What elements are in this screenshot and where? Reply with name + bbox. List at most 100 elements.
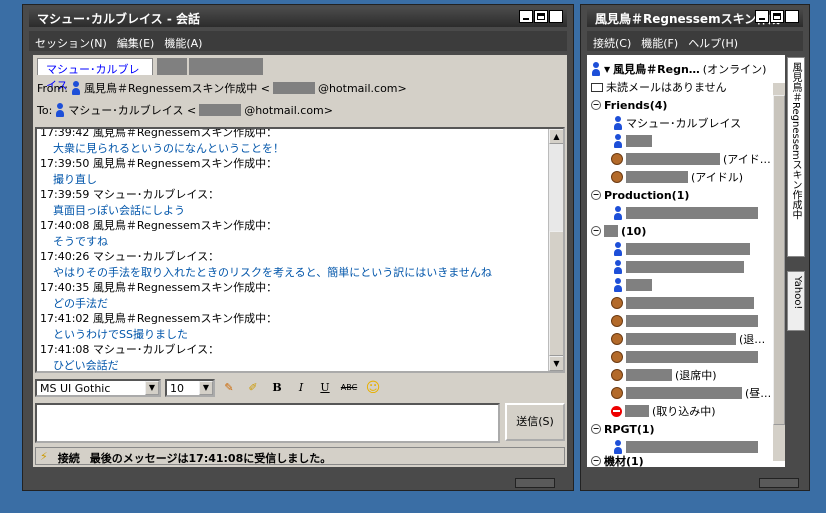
- font-select[interactable]: MS UI Gothic ▼: [35, 379, 161, 397]
- person-icon: [613, 278, 623, 292]
- resize-grip[interactable]: [515, 478, 555, 488]
- chat-titlebar[interactable]: マシュー･カルブレイス - 会話: [29, 7, 567, 27]
- message-header: 17:40:08 風見鳥＃Regnessemスキン作成中：: [40, 219, 278, 232]
- group-header[interactable]: − (10): [591, 223, 646, 239]
- idle-icon: [611, 351, 623, 363]
- my-status-text: (オンライン): [702, 63, 767, 76]
- font-size-select[interactable]: 10 ▼: [165, 379, 215, 397]
- contact-item[interactable]: [613, 205, 758, 221]
- list-titlebar[interactable]: 風見鳥＃Regnessemスキン作成: [587, 7, 803, 27]
- scroll-up-icon[interactable]: ▲: [549, 129, 563, 144]
- contact-scrollbar[interactable]: [773, 83, 785, 461]
- contact-item[interactable]: [611, 349, 758, 365]
- scroll-thumb[interactable]: [549, 231, 563, 356]
- contact-item[interactable]: [613, 439, 758, 455]
- contact-status: (退席中): [675, 369, 717, 382]
- redacted-email: [199, 104, 242, 116]
- close-button[interactable]: [549, 8, 563, 23]
- tab-redacted[interactable]: [157, 58, 187, 75]
- chat-menubar: セッション(N) 編集(E) 機能(A): [29, 31, 567, 51]
- person-icon: [591, 62, 601, 76]
- contact-item[interactable]: [613, 259, 744, 275]
- menu-connect[interactable]: 接続(C): [593, 35, 631, 50]
- tab-conversation[interactable]: マシュー･カルブレイス: [37, 58, 153, 92]
- contact-item[interactable]: (取り込み中): [611, 403, 716, 419]
- collapse-icon: −: [591, 100, 601, 110]
- bold-icon[interactable]: B: [267, 379, 287, 397]
- contact-item[interactable]: (アイド…: [611, 151, 771, 167]
- contact-item[interactable]: (退…: [611, 331, 765, 347]
- maximize-button[interactable]: [534, 10, 548, 23]
- my-status[interactable]: ▼ 風見鳥＃Regn… (オンライン): [591, 61, 766, 77]
- chevron-down-icon[interactable]: ▼: [145, 381, 159, 395]
- redacted-name: [604, 225, 618, 237]
- menu-actions[interactable]: 機能(F): [641, 35, 678, 50]
- idle-icon: [611, 315, 623, 327]
- message-text: 大衆に見られるというのになんということを！: [53, 141, 284, 155]
- tab-msn-label: 風見鳥＃Regnessemスキン作成中: [790, 62, 801, 220]
- message-input[interactable]: [35, 403, 500, 443]
- scroll-down-icon[interactable]: ▼: [549, 356, 563, 371]
- scroll-thumb[interactable]: [773, 95, 785, 425]
- contact-item[interactable]: (昼…: [611, 385, 771, 401]
- message-header: 17:40:35 風見鳥＃Regnessemスキン作成中：: [40, 281, 278, 294]
- contact-status: (取り込み中): [652, 405, 716, 418]
- person-icon: [613, 440, 623, 454]
- send-button[interactable]: 送信(S): [505, 403, 565, 441]
- minimize-button[interactable]: [755, 10, 769, 23]
- redacted-name: [626, 261, 744, 273]
- close-button[interactable]: [785, 8, 799, 23]
- collapse-icon: −: [591, 424, 601, 434]
- from-line: From: 風見鳥＃Regnessemスキン作成中 < @hotmail.com…: [37, 79, 407, 97]
- group-name: (10): [621, 224, 647, 238]
- tab-msn[interactable]: 風見鳥＃Regnessemスキン作成中: [787, 57, 805, 257]
- message-header: 17:39:42 風見鳥＃Regnessemスキン作成中：: [40, 127, 278, 139]
- history-scrollbar[interactable]: ▲ ▼: [548, 129, 563, 371]
- highlight-icon[interactable]: ✐: [243, 379, 263, 397]
- menu-edit[interactable]: 編集(E): [117, 35, 155, 50]
- list-menubar: 接続(C) 機能(F) ヘルプ(H): [587, 31, 803, 51]
- tab-yahoo[interactable]: Yahoo!: [787, 271, 805, 331]
- emoticon-icon[interactable]: ☺: [363, 379, 383, 397]
- tab-redacted[interactable]: [189, 58, 263, 75]
- group-header[interactable]: − Friends(4): [591, 97, 667, 113]
- contact-item[interactable]: [611, 295, 754, 311]
- menu-session[interactable]: セッション(N): [35, 35, 107, 50]
- maximize-button[interactable]: [770, 10, 784, 23]
- contact-list: ▼ 風見鳥＃Regn… (オンライン) 未読メールはありません − Friend…: [587, 55, 785, 467]
- contact-item[interactable]: (アイドル): [611, 169, 743, 185]
- message-history[interactable]: 17:39:42 風見鳥＃Regnessemスキン作成中： 大衆に見られるという…: [35, 127, 565, 373]
- contact-status: (アイドル): [691, 171, 744, 184]
- group-header[interactable]: − 機材(1): [591, 455, 644, 467]
- list-title: 風見鳥＃Regnessemスキン作成: [595, 12, 781, 26]
- contact-item[interactable]: [613, 241, 750, 257]
- strikethrough-icon[interactable]: ABC: [339, 379, 359, 397]
- group-header[interactable]: − Production(1): [591, 187, 689, 203]
- contact-item[interactable]: [611, 313, 758, 329]
- redacted-name: [626, 243, 750, 255]
- mail-status[interactable]: 未読メールはありません: [591, 79, 727, 95]
- collapse-icon: −: [591, 190, 601, 200]
- menu-actions[interactable]: 機能(A): [164, 35, 202, 50]
- chevron-down-icon[interactable]: ▼: [199, 381, 213, 395]
- contact-item[interactable]: [613, 277, 652, 293]
- message-header: 17:41:08 マシュー･カルブレイス：: [40, 343, 220, 356]
- away-icon: [611, 333, 623, 345]
- idle-icon: [611, 153, 623, 165]
- resize-grip[interactable]: [759, 478, 799, 488]
- message-header: 17:41:02 風見鳥＃Regnessemスキン作成中：: [40, 312, 278, 325]
- contact-item[interactable]: マシュー･カルブレイス: [613, 115, 741, 131]
- chat-window: マシュー･カルブレイス - 会話 セッション(N) 編集(E) 機能(A) マシ…: [22, 4, 574, 491]
- menu-help[interactable]: ヘルプ(H): [688, 35, 738, 50]
- contact-item[interactable]: (退席中): [611, 367, 717, 383]
- minimize-button[interactable]: [519, 10, 533, 23]
- to-domain: @hotmail.com>: [244, 103, 333, 117]
- group-header[interactable]: − RPGT(1): [591, 421, 655, 437]
- font-color-icon[interactable]: ✎: [219, 379, 239, 397]
- underline-icon[interactable]: U: [315, 379, 335, 397]
- mail-icon: [591, 82, 603, 92]
- idle-icon: [611, 171, 623, 183]
- italic-icon[interactable]: I: [291, 379, 311, 397]
- message-header: 17:39:50 風見鳥＃Regnessemスキン作成中：: [40, 157, 278, 170]
- contact-item[interactable]: [613, 133, 652, 149]
